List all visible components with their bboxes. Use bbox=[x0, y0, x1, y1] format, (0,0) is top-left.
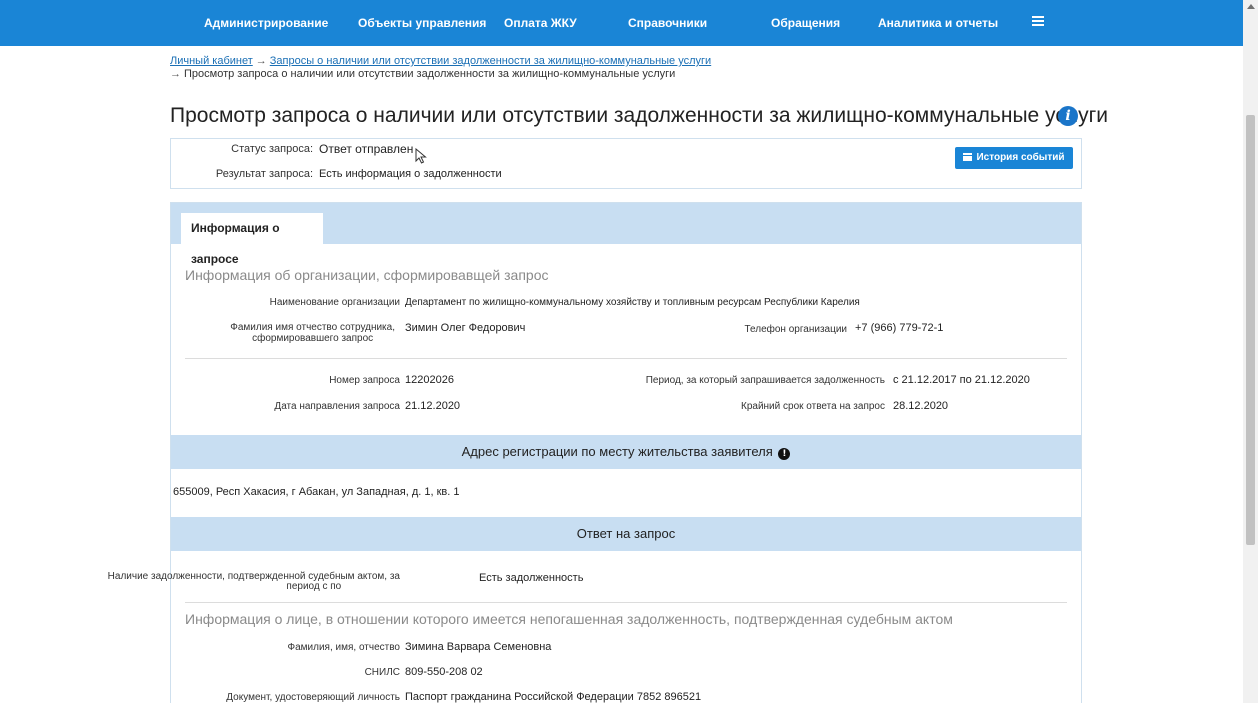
page-title: Просмотр запроса о наличии или отсутстви… bbox=[170, 104, 1108, 127]
org-section-title: Информация об организации, сформировавще… bbox=[185, 267, 549, 283]
nav-item-management-objects[interactable]: Объекты управления bbox=[358, 16, 486, 30]
answer-section-header: Ответ на запрос bbox=[171, 517, 1081, 551]
debt-value: Есть задолженность bbox=[479, 572, 584, 584]
address-value: 655009, Респ Хакасия, г Абакан, ул Запад… bbox=[173, 486, 460, 498]
fio-value: Зимина Варвара Семеновна bbox=[405, 641, 552, 653]
nav-item-administration[interactable]: Администрирование bbox=[204, 16, 328, 30]
scroll-up-arrow-icon[interactable] bbox=[1247, 4, 1255, 9]
breadcrumb-link-requests[interactable]: Запросы о наличии или отсутствии задолже… bbox=[270, 55, 711, 67]
info-icon[interactable]: i bbox=[1058, 106, 1078, 126]
breadcrumb-current: Просмотр запроса о наличии или отсутстви… bbox=[184, 68, 676, 80]
section-divider bbox=[185, 602, 1067, 603]
person-section-title: Информация о лице, в отношении которого … bbox=[185, 611, 953, 627]
debt-label: Наличие задолженности, подтвержденной су… bbox=[107, 571, 400, 592]
address-section-header: Адрес регистрации по месту жительства за… bbox=[171, 435, 1081, 469]
org-phone-value: +7 (966) 779-72-1 bbox=[855, 322, 944, 334]
history-events-label: История событий bbox=[976, 152, 1065, 163]
section-divider bbox=[185, 358, 1067, 359]
request-number-label: Номер запроса bbox=[329, 375, 400, 386]
employee-label: Фамилия имя отчество сотрудника, сформир… bbox=[230, 322, 395, 344]
period-value: с 21.12.2017 по 21.12.2020 bbox=[893, 374, 1030, 386]
calendar-icon bbox=[963, 153, 973, 161]
breadcrumb-arrow: → bbox=[170, 68, 181, 80]
result-label: Результат запроса: bbox=[215, 168, 313, 180]
request-details-panel: Информация о запросе Информация об орган… bbox=[108, 202, 1082, 703]
request-date-value: 21.12.2020 bbox=[405, 400, 461, 412]
request-status-box: Статус запроса: Ответ отправлен Результа… bbox=[170, 138, 1082, 189]
tab-bar: Информация о запросе bbox=[171, 203, 1081, 266]
nav-item-appeals[interactable]: Обращения bbox=[771, 16, 840, 30]
info-circle-icon[interactable]: ! bbox=[778, 448, 791, 460]
status-label: Статус запроса: bbox=[231, 143, 313, 155]
org-name-value[interactable]: Департамент по жилищно-коммунальному хоз… bbox=[405, 297, 860, 308]
result-value: Есть информация о задолженности bbox=[319, 168, 502, 180]
mouse-pointer-icon bbox=[415, 148, 427, 164]
employee-value: Зимин Олег Федорович bbox=[405, 322, 526, 334]
address-section-title: Адрес регистрации по месту жительства за… bbox=[461, 444, 773, 459]
nav-item-housing-payment[interactable]: Оплата ЖКУ bbox=[504, 16, 577, 30]
request-number-value: 12202026 bbox=[405, 374, 454, 386]
identity-doc-label: Документ, удостоверяющий личность bbox=[226, 692, 400, 703]
fio-label: Фамилия, имя, отчество bbox=[287, 642, 401, 653]
breadcrumb: Личный кабинет → Запросы о наличии или отс… bbox=[170, 55, 711, 81]
vertical-scrollbar[interactable] bbox=[1243, 0, 1258, 703]
scrollbar-thumb[interactable] bbox=[1246, 115, 1255, 545]
request-date-label: Дата направления запроса bbox=[274, 401, 400, 412]
nav-item-directories[interactable]: Справочники bbox=[628, 16, 707, 30]
deadline-value: 28.12.2020 bbox=[893, 400, 949, 412]
history-events-button[interactable]: История событий bbox=[955, 147, 1073, 169]
nav-item-analytics[interactable]: Аналитика и отчеты bbox=[878, 16, 998, 30]
period-label: Период, за который запрашивается задолже… bbox=[645, 375, 885, 386]
status-value: Ответ отправлен bbox=[319, 142, 414, 156]
org-phone-label: Телефон организации bbox=[744, 324, 847, 335]
breadcrumb-link-cabinet[interactable]: Личный кабинет bbox=[170, 55, 253, 67]
top-navigation: Администрирование Объекты управления Опл… bbox=[0, 0, 1243, 46]
identity-doc-value: Паспорт гражданина Российской Федерации … bbox=[405, 691, 702, 703]
hamburger-icon[interactable] bbox=[1032, 16, 1044, 27]
breadcrumb-arrow: → bbox=[255, 55, 267, 67]
org-name-label: Наименование организации bbox=[269, 297, 400, 308]
deadline-label: Крайний срок ответа на запрос bbox=[741, 401, 885, 412]
snils-value: 809-550-208 02 bbox=[405, 666, 483, 678]
answer-section-title: Ответ на запрос bbox=[576, 526, 676, 541]
snils-label: СНИЛС bbox=[364, 667, 400, 678]
tab-request-info[interactable]: Информация о запросе bbox=[181, 213, 323, 266]
